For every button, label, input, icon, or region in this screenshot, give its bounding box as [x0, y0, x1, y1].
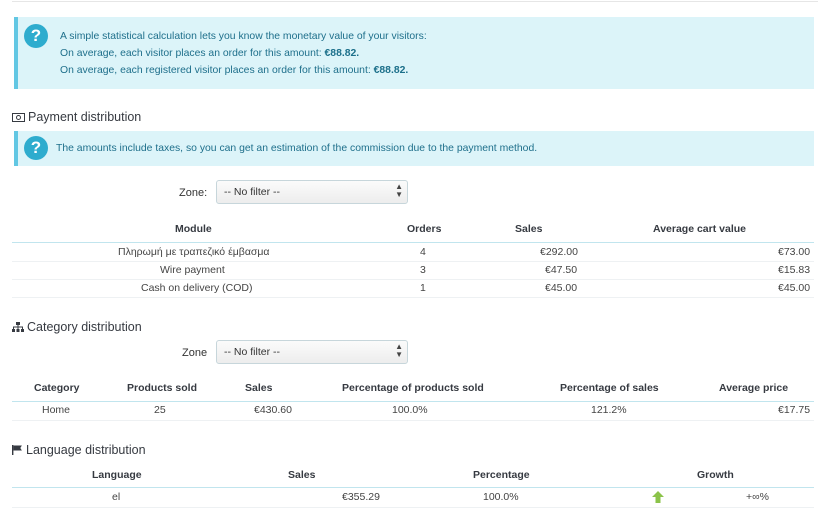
alert-line-3: On average, each registered visitor plac…: [60, 65, 409, 76]
row-divider: [12, 297, 814, 298]
category-col-pct-sales: Percentage of sales: [560, 382, 659, 394]
payment-row-avg: €15.83: [778, 264, 811, 276]
category-col-products-sold: Products sold: [127, 382, 198, 394]
category-zone-select[interactable]: -- No filter -- ▲ ▼: [216, 340, 408, 364]
visitor-value-alert: ? A simple statistical calculation lets …: [14, 17, 814, 89]
payment-row-module: Πληρωμή με τραπεζικό έμβασμα: [118, 246, 270, 258]
payment-row-avg: €73.00: [778, 246, 811, 258]
payment-row-sales: €292.00: [540, 246, 578, 258]
row-divider: [12, 420, 814, 421]
language-col-sales: Sales: [288, 469, 316, 481]
visitor-order-value: €88.82.: [324, 48, 360, 59]
language-col-language: Language: [92, 469, 142, 481]
row-divider: [12, 279, 814, 280]
category-row-avg-price: €17.75: [778, 404, 811, 416]
language-row-sales: €355.29: [342, 491, 380, 503]
category-row-pct-sales: 121.2%: [591, 404, 627, 416]
select-arrows-icon: ▲ ▼: [395, 182, 403, 199]
category-header-rule: [12, 401, 814, 402]
language-row-percentage: 100.0%: [483, 491, 519, 503]
category-col-pct-products: Percentage of products sold: [342, 382, 484, 394]
category-col-avg-price: Average price: [719, 382, 789, 394]
payment-zone-label: Zone:: [179, 187, 208, 199]
money-icon: [12, 111, 25, 125]
payment-row-module: Cash on delivery (COD): [141, 282, 253, 294]
payment-row-orders: 1: [420, 282, 426, 294]
payment-header-rule: [12, 242, 814, 243]
category-row-pct-products: 100.0%: [392, 404, 428, 416]
category-row-sales: €430.60: [254, 404, 292, 416]
payment-col-orders: Orders: [407, 223, 442, 235]
payment-row-orders: 4: [420, 246, 426, 258]
payment-col-module: Module: [175, 223, 212, 235]
payment-info-text: The amounts include taxes, so you can ge…: [56, 143, 538, 154]
category-row-products-sold: 25: [154, 404, 166, 416]
payment-col-avg: Average cart value: [653, 223, 746, 235]
alert-line-2: On average, each visitor places an order…: [60, 48, 360, 59]
row-divider: [12, 507, 814, 508]
alert-line-1: A simple statistical calculation lets yo…: [60, 31, 427, 42]
sitemap-icon: [12, 321, 24, 335]
language-section-title: Language distribution: [12, 443, 146, 458]
payment-row-orders: 3: [420, 264, 426, 276]
payment-zone-select[interactable]: -- No filter -- ▲ ▼: [216, 180, 408, 204]
top-panel-border: [12, 0, 818, 2]
payment-row-module: Wire payment: [160, 264, 225, 276]
language-col-percentage: Percentage: [473, 469, 530, 481]
category-row-category: Home: [42, 404, 71, 416]
select-arrows-icon: ▲ ▼: [395, 342, 403, 359]
language-header-rule: [12, 487, 814, 488]
category-section-title: Category distribution: [12, 320, 142, 335]
arrow-up-icon: [652, 491, 664, 506]
row-divider: [12, 261, 814, 262]
payment-info-alert: ? The amounts include taxes, so you can …: [14, 131, 814, 166]
registered-visitor-order-value: €88.82.: [373, 65, 409, 76]
category-zone-label: Zone: [182, 347, 208, 359]
question-icon: ?: [24, 136, 48, 160]
payment-row-avg: €45.00: [778, 282, 811, 294]
payment-row-sales: €47.50: [545, 264, 578, 276]
question-icon: ?: [24, 24, 48, 48]
language-col-growth: Growth: [697, 469, 734, 481]
language-row-language: el: [112, 491, 121, 503]
language-row-growth: +∞%: [746, 491, 769, 503]
payment-col-sales: Sales: [515, 223, 543, 235]
category-col-sales: Sales: [245, 382, 273, 394]
payment-section-title: Payment distribution: [12, 110, 141, 125]
flag-icon: [12, 444, 23, 458]
category-col-category: Category: [34, 382, 80, 394]
payment-row-sales: €45.00: [545, 282, 578, 294]
